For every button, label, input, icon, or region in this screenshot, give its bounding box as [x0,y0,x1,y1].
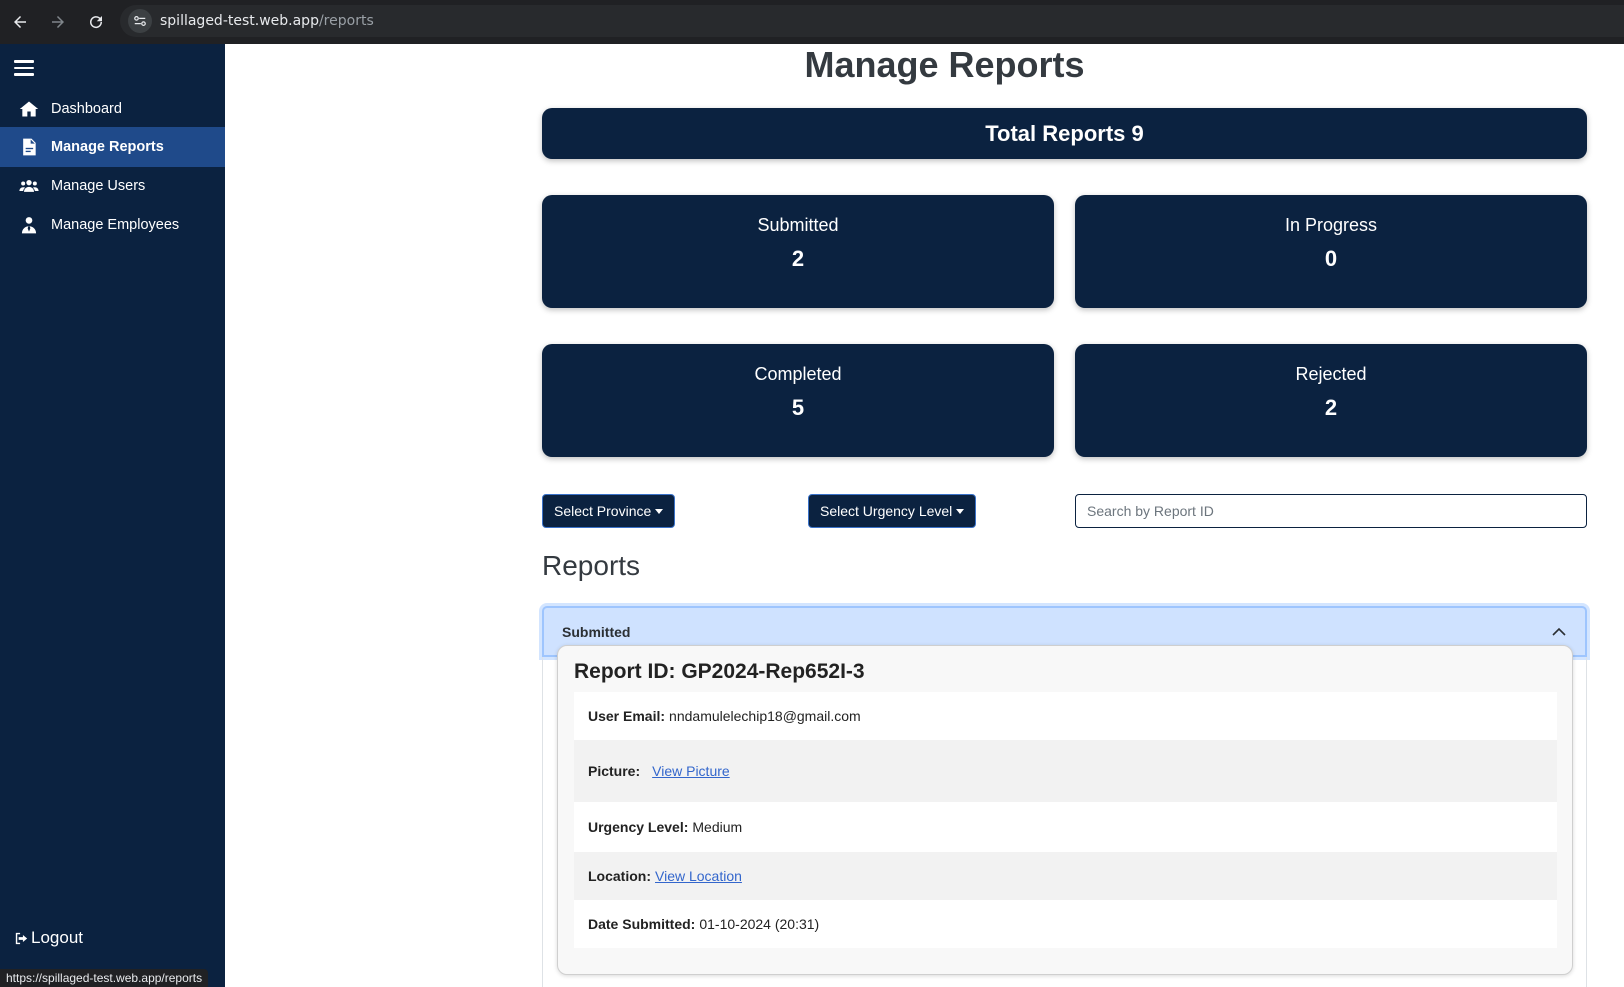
stat-card-completed: Completed 5 [542,344,1054,457]
stat-card-in-progress: In Progress 0 [1075,195,1587,308]
search-report-id-input[interactable] [1075,494,1587,528]
select-province-dropdown[interactable]: Select Province [542,494,676,528]
caret-down-icon [655,508,664,514]
view-picture-link[interactable]: View Picture [652,763,730,779]
status-bar-url: https://spillaged-test.web.app/reports [0,969,209,987]
logout-icon [15,932,28,944]
stat-value: 5 [791,395,805,420]
back-arrow-icon[interactable] [2,4,38,40]
stat-card-rejected: Rejected 2 [1075,344,1587,457]
url-path: /reports [318,13,374,29]
forward-arrow-icon[interactable] [40,4,76,40]
field-label: User Email: [588,708,666,724]
accordion-header-label: Submitted [562,623,631,640]
stat-label: In Progress [1284,215,1378,235]
total-reports-card: Total Reports 9 [542,108,1587,159]
chevron-up-icon [1552,627,1566,636]
report-card: Report ID: GP2024-Rep652I-3 User Email: … [557,645,1573,975]
sidebar-item-manage-reports[interactable]: Manage Reports [0,127,225,167]
sidebar-item-label: Dashboard [51,101,122,117]
dropdown-label: Select Urgency Level [820,503,953,519]
field-value: 01-10-2024 (20:31) [699,916,820,932]
report-location-row: Location: View Location [574,852,1557,900]
browser-toolbar: spillaged-test.web.app/reports [0,0,1624,44]
stat-label: Rejected [1295,364,1367,384]
field-value: nndamulelechip18@gmail.com [669,708,861,724]
page-title: Manage Reports [804,44,1085,85]
report-id-heading: Report ID: GP2024-Rep652I-3 [574,660,865,683]
stat-card-submitted: Submitted 2 [542,195,1054,308]
sidebar-item-manage-employees[interactable]: Manage Employees [0,205,225,245]
site-settings-icon[interactable] [128,9,152,33]
view-location-link[interactable]: View Location [655,868,742,884]
field-value: Medium [692,819,743,835]
sidebar-item-manage-users[interactable]: Manage Users [0,166,225,206]
stat-label: Completed [754,364,842,384]
stat-label: Submitted [757,215,839,235]
sidebar-item-dashboard[interactable]: Dashboard [0,89,225,129]
sidebar-item-label: Manage Reports [51,139,164,155]
main-content: Manage Reports Total Reports 9 Submitted… [225,44,1624,987]
report-email-row: User Email: nndamulelechip18@gmail.com [574,692,1557,740]
logout-label: Logout [31,928,83,947]
employee-icon [18,214,40,236]
field-label: Urgency Level: [588,819,689,835]
report-picture-row: Picture: View Picture [574,740,1557,802]
dropdown-label: Select Province [554,503,652,519]
hamburger-menu-icon[interactable] [14,60,34,76]
report-date-row: Date Submitted: 01-10-2024 (20:31) [574,900,1557,948]
select-urgency-dropdown[interactable]: Select Urgency Level [808,494,977,528]
caret-down-icon [956,508,965,514]
sidebar: Dashboard Manage Reports Manage Users Ma… [0,44,225,987]
address-bar[interactable]: spillaged-test.web.app/reports [120,5,1624,37]
field-label: Picture: [588,763,641,779]
sidebar-item-label: Manage Users [51,178,146,194]
users-icon [18,175,40,197]
sidebar-item-label: Manage Employees [51,217,180,233]
home-icon [18,98,40,120]
reports-section-title: Reports [542,550,641,581]
reload-icon[interactable] [78,4,114,40]
url-host: spillaged-test.web.app [160,13,319,29]
report-urgency-row: Urgency Level: Medium [574,802,1557,852]
stat-value: 2 [1324,395,1338,420]
report-file-icon [18,136,40,158]
logout-button[interactable]: Logout [13,928,83,948]
field-label: Location: [588,868,651,884]
stat-value: 2 [791,246,805,271]
field-label: Date Submitted: [588,916,696,932]
stat-value: 0 [1324,246,1338,271]
